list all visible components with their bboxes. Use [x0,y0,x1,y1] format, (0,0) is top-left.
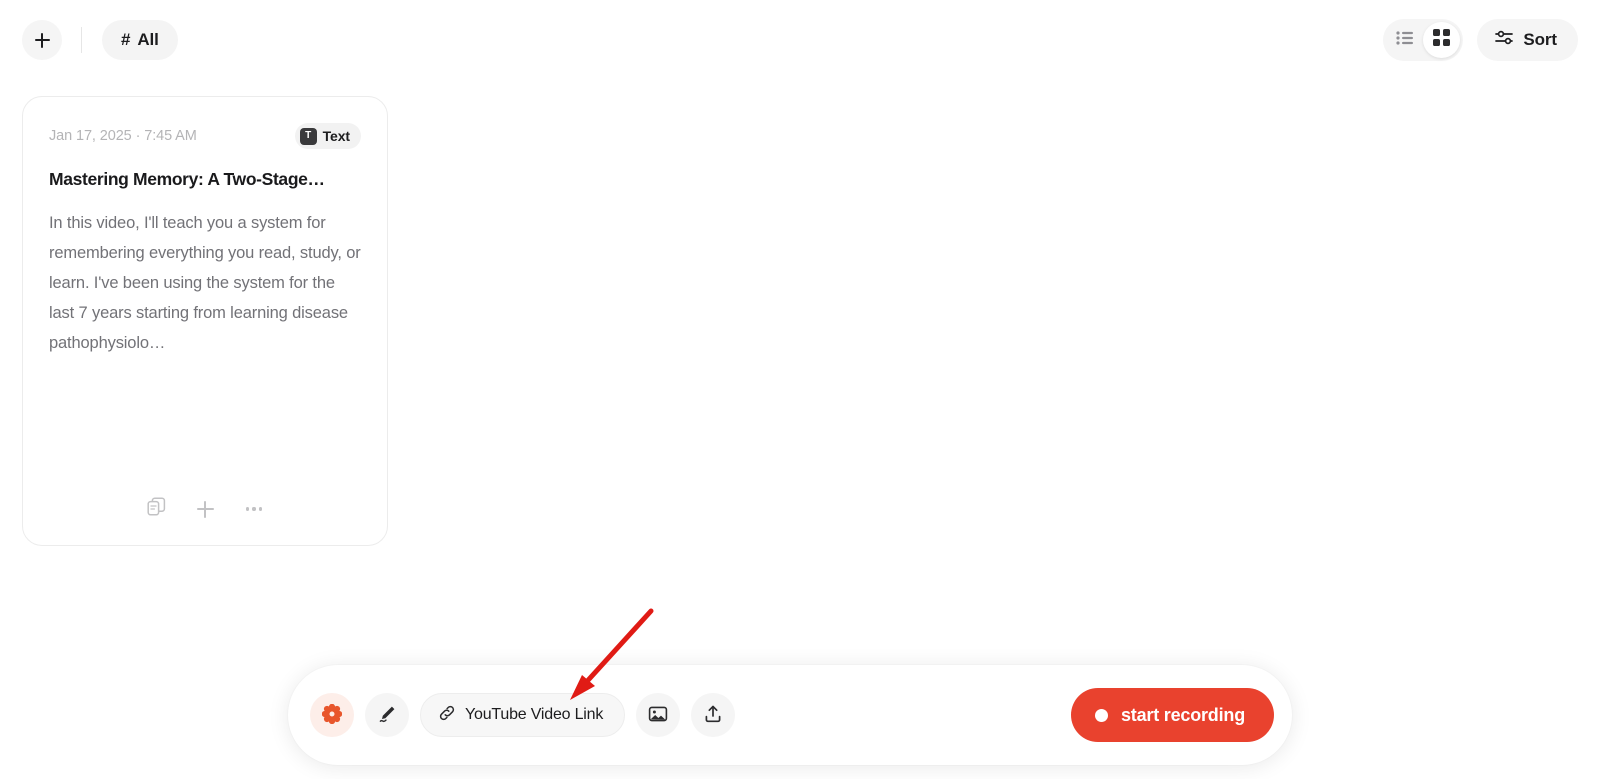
toolbar-left-group: YouTube Video Link [310,693,736,737]
card-meta-row: Jan 17, 2025 · 7:45 AM T Text [49,123,361,149]
sliders-icon [1495,30,1514,51]
plus-icon [196,500,214,518]
upload-button[interactable] [691,693,736,737]
hash-icon: # [121,30,131,49]
list-view-icon [1396,30,1414,50]
youtube-video-link-label: YouTube Video Link [465,706,604,723]
note-card[interactable]: Jan 17, 2025 · 7:45 AM T Text Mastering … [22,96,388,546]
text-type-icon: T [299,127,317,145]
add-to-note-button[interactable] [190,494,220,524]
copy-icon [146,497,166,521]
filter-chip-all[interactable]: # All [102,20,178,60]
pen-icon [377,704,397,727]
status-badge: T Text [294,123,361,149]
duplicate-button[interactable] [141,494,171,524]
ellipsis-icon [245,507,263,511]
flower-sparkle-icon [321,703,343,727]
start-recording-button[interactable]: start recording [1070,688,1274,742]
status-badge-label: Text [322,128,350,144]
add-note-button[interactable] [22,20,62,60]
plus-icon [34,32,50,48]
top-bar-left-group: # All [22,20,178,60]
view-toggle-grid[interactable] [1423,22,1461,58]
draw-button[interactable] [365,693,409,737]
card-footer-actions [49,473,361,545]
youtube-video-link-button[interactable]: YouTube Video Link [420,693,626,737]
notes-grid: Jan 17, 2025 · 7:45 AM T Text Mastering … [22,96,388,546]
grid-view-icon [1433,29,1451,51]
top-bar: # All Sort [0,0,1600,80]
sort-button[interactable]: Sort [1477,19,1578,61]
magic-button[interactable] [310,693,354,737]
view-mode-toggle[interactable] [1383,19,1464,61]
card-title: Mastering Memory: A Two-Stage… [49,169,325,189]
more-options-button[interactable] [239,494,269,524]
image-button[interactable] [636,693,681,737]
filter-chip-label: All [137,30,159,49]
view-toggle-list[interactable] [1386,22,1423,58]
card-body-text: In this video, I'll teach you a system f… [49,214,361,352]
sort-button-label: Sort [1523,30,1557,49]
start-recording-label: start recording [1120,704,1245,725]
image-icon [648,704,668,727]
link-icon [438,704,456,727]
record-dot-icon [1094,708,1108,722]
top-bar-right-group: Sort [1383,19,1578,61]
top-bar-divider [81,27,82,53]
bottom-toolbar: YouTube Video Link start recording [288,665,1292,765]
card-date: Jan 17, 2025 · 7:45 AM [49,128,197,144]
upload-icon [703,704,723,727]
